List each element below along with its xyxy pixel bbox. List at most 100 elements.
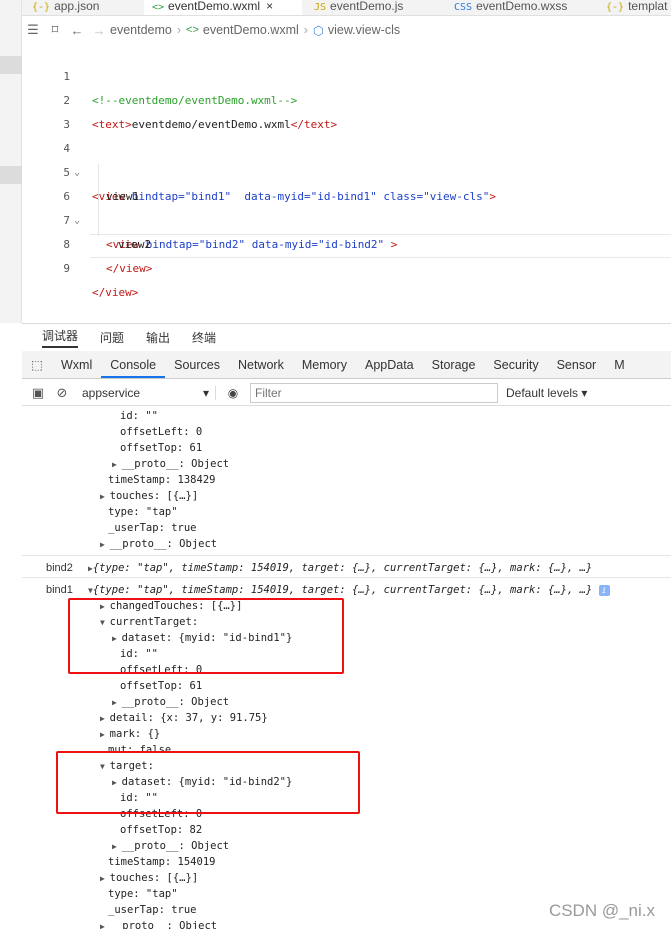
breadcrumb-node[interactable]: view.view-cls [328,23,400,37]
code-line: 6 ⌄ <view bindtap="bind2" data-myid="id-… [22,161,671,251]
console-prop: id: "" [120,410,158,422]
expand-triangle-icon: ▶ [112,698,122,707]
tab-security[interactable]: Security [484,358,547,378]
sidebar-toggle-icon[interactable]: ▣ [26,385,50,401]
log-levels-dropdown[interactable]: Default levels ▾ [506,386,587,400]
json-file-icon: {-} [32,2,51,13]
tab-eventdemo-js[interactable]: JS eventDemo.js [306,0,442,15]
tab-label: app.json [54,0,100,13]
back-arrow-icon[interactable]: ← [66,23,88,38]
js-file-icon: JS [314,2,327,13]
expand-triangle-icon: ▶ [100,874,110,883]
filter-input[interactable] [250,382,498,403]
json-file-icon: {-} [606,2,625,13]
divider [22,577,671,578]
list-icon[interactable]: ☰ [22,22,44,38]
console-prop: timeStamp: 138429 [108,474,216,486]
tab-eventdemo-wxml[interactable]: <> eventDemo.wxml × [144,0,302,15]
line-number: 9 [63,262,70,275]
code-line: 4 ⌄ <view bindtap="bind1" data-myid="id-… [22,113,671,203]
code-tag: </view> [92,286,139,299]
breadcrumb: ☰ ⌑ ← → eventdemo › <> eventDemo.wxml › … [22,16,671,44]
console-prop: __proto__: Object [121,458,230,470]
bottom-panel-tabs: 调试器 问题 输出 终端 [22,323,671,351]
context-selector[interactable]: appservice ▾ [82,385,216,400]
console-prop: detail: {x: 37, y: 91.75} [109,712,268,724]
gutter-marker [0,56,22,74]
tab-eventdemo-wxss[interactable]: CSS eventDemo.wxss [446,0,592,15]
console-prop: offsetTop: 82 [120,824,203,836]
eye-icon[interactable]: ◉ [216,386,250,400]
code-line: 9 </view> [22,233,671,299]
console-prop-expandable[interactable]: ▶ mark: {} [100,726,160,742]
chevron-right-icon: › [176,23,182,37]
code-editor[interactable]: 1 <!--eventdemo/eventDemo.wxml--> 2 <tex… [22,44,671,323]
tab-sources[interactable]: Sources [165,358,229,378]
dropdown-arrow-icon: ▾ [202,385,209,400]
expand-triangle-icon: ▶ [100,540,110,549]
watermark: CSDN @_ni.x [548,901,655,920]
console-prop-expandable[interactable]: ▶ __proto__: Object [100,536,217,552]
log-summary-text: {type: "tap", timeStamp: 154019, target:… [92,562,593,574]
forward-arrow-icon[interactable]: → [88,23,110,38]
breadcrumb-file[interactable]: eventDemo.wxml [203,23,299,37]
tab-console[interactable]: Console [101,358,166,378]
tab-appdata[interactable]: AppData [356,358,423,378]
tab-label: eventDemo.wxss [476,0,568,13]
console-log-summary[interactable]: ▼{type: "tap", timeStamp: 154019, target… [88,582,610,598]
log-label-bind2: bind2 [46,562,73,574]
devtools-tab-bar: ⬚ Wxml Console Sources Network Memory Ap… [22,351,671,379]
code-line: 8 </view> [22,209,671,275]
breadcrumb-folder[interactable]: eventdemo [110,23,172,37]
log-summary-text: {type: "tap", timeStamp: 154019, target:… [92,584,593,596]
tab-sensor[interactable]: Sensor [548,358,606,378]
console-prop: __proto__: Object [121,696,230,708]
tab-network[interactable]: Network [229,358,293,378]
console-prop-expandable[interactable]: ▶ touches: [{…}] [100,488,198,504]
tab-app-json[interactable]: {-} app.json [24,0,140,15]
expand-triangle-icon: ▶ [112,460,122,469]
tab-label: eventDemo.wxml [168,0,261,13]
log-label-bind1: bind1 [46,584,73,596]
close-icon[interactable]: × [266,0,273,13]
console-log-summary[interactable]: ▶{type: "tap", timeStamp: 154019, target… [88,560,592,576]
bookmark-icon[interactable]: ⌑ [44,22,66,38]
console-prop-expandable[interactable]: ▶ touches: [{…}] [100,870,198,886]
tab-terminal[interactable]: 终端 [192,329,216,346]
wxml-file-icon: <> [152,2,165,13]
console-prop-expandable[interactable]: ▶ __proto__: Object [100,918,217,929]
console-prop: timeStamp: 154019 [108,856,216,868]
tab-memory[interactable]: Memory [293,358,356,378]
tab-template[interactable]: {-} templat [598,0,671,15]
console-prop-expandable[interactable]: ▶ __proto__: Object [112,694,229,710]
tab-problems[interactable]: 问题 [100,329,124,346]
clear-console-icon[interactable]: ⊘ [50,385,74,401]
console-prop-expandable[interactable]: ▶ detail: {x: 37, y: 91.75} [100,710,268,726]
console-prop: offsetTop: 61 [120,442,203,454]
tab-label: templat [628,0,668,13]
expand-triangle-icon: ▶ [100,492,110,501]
console-prop: type: "tap" [108,888,178,900]
divider [22,555,671,556]
tab-debugger[interactable]: 调试器 [42,327,79,348]
console-prop-expandable[interactable]: ▶ __proto__: Object [112,838,229,854]
highlight-box-current-target [68,598,344,674]
expand-triangle-icon: ▶ [100,730,110,739]
console-prop: __proto__: Object [109,920,218,929]
console-prop: touches: [{…}] [109,490,199,502]
console-toolbar: ▣ ⊘ appservice ▾ ◉ Default levels ▾ [22,380,671,406]
tab-more[interactable]: M [605,358,633,378]
tab-wxml[interactable]: Wxml [52,358,101,378]
left-gutter [0,0,22,323]
code-tag: </view> [106,262,153,275]
console-prop: mark: {} [109,728,161,740]
info-icon[interactable]: i [598,585,610,596]
gutter-marker [0,166,22,184]
expand-triangle-icon: ▶ [100,922,110,929]
tab-storage[interactable]: Storage [423,358,485,378]
console-prop-expandable[interactable]: ▶ __proto__: Object [112,456,229,472]
inspect-element-icon[interactable]: ⬚ [22,357,52,378]
editor-tab-bar: {-} app.json <> eventDemo.wxml × JS eventDem… [22,0,671,16]
tab-output[interactable]: 输出 [146,329,170,346]
console-prop: _userTap: true [108,522,197,534]
